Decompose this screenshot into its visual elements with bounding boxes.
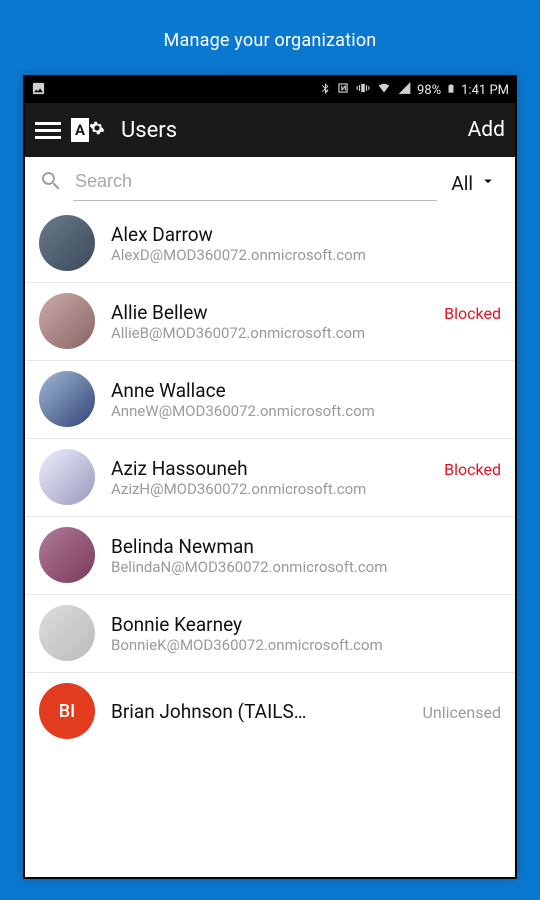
device-frame: 98% 1:41 PM A Users Add	[25, 77, 515, 877]
status-badge: Unlicensed	[423, 703, 501, 722]
gear-icon	[89, 120, 105, 140]
user-email: AllieB@MOD360072.onmicrosoft.com	[111, 324, 501, 342]
filter-label: All	[451, 172, 473, 195]
list-item[interactable]: Alex Darrow AlexD@MOD360072.onmicrosoft.…	[25, 205, 515, 283]
avatar: BI	[39, 683, 95, 739]
user-name: Bonnie Kearney	[111, 613, 242, 636]
list-item[interactable]: BI Brian Johnson (TAILS… Unlicensed	[25, 673, 515, 739]
avatar	[39, 293, 95, 349]
wifi-icon	[376, 81, 392, 99]
user-name: Anne Wallace	[111, 379, 226, 402]
avatar	[39, 605, 95, 661]
avatar	[39, 527, 95, 583]
user-name: Alex Darrow	[111, 223, 213, 246]
user-email: BonnieK@MOD360072.onmicrosoft.com	[111, 636, 501, 654]
user-name: Belinda Newman	[111, 535, 254, 558]
user-list: Alex Darrow AlexD@MOD360072.onmicrosoft.…	[25, 205, 515, 739]
picture-icon	[31, 81, 46, 100]
showcase-page: Manage your organization	[0, 0, 540, 900]
user-name: Allie Bellew	[111, 301, 208, 324]
clock: 1:41 PM	[461, 83, 509, 98]
list-item[interactable]: Belinda Newman BelindaN@MOD360072.onmicr…	[25, 517, 515, 595]
list-item[interactable]: Bonnie Kearney BonnieK@MOD360072.onmicro…	[25, 595, 515, 673]
app-logo: A	[71, 118, 105, 142]
user-email: AlexD@MOD360072.onmicrosoft.com	[111, 246, 501, 264]
app-title: Users	[121, 118, 177, 143]
user-email: AzizH@MOD360072.onmicrosoft.com	[111, 480, 501, 498]
avatar	[39, 449, 95, 505]
chevron-down-icon	[479, 172, 497, 195]
bluetooth-icon	[319, 81, 331, 99]
menu-icon[interactable]	[35, 122, 61, 139]
user-name: Brian Johnson (TAILS…	[111, 700, 306, 723]
vibrate-icon	[355, 81, 371, 99]
status-badge: Blocked	[444, 304, 501, 323]
user-name: Aziz Hassouneh	[111, 457, 248, 480]
add-button[interactable]: Add	[468, 118, 505, 142]
battery-icon	[446, 81, 456, 100]
nfc-icon	[336, 81, 350, 99]
app-bar: A Users Add	[25, 103, 515, 157]
search-row: All	[25, 157, 515, 205]
search-input[interactable]	[73, 165, 437, 201]
user-email: BelindaN@MOD360072.onmicrosoft.com	[111, 558, 501, 576]
list-item[interactable]: Aziz Hassouneh Blocked AzizH@MOD360072.o…	[25, 439, 515, 517]
user-email: AnneW@MOD360072.onmicrosoft.com	[111, 402, 501, 420]
list-item[interactable]: Anne Wallace AnneW@MOD360072.onmicrosoft…	[25, 361, 515, 439]
page-heading: Manage your organization	[164, 0, 377, 77]
search-icon[interactable]	[39, 169, 63, 197]
status-bar: 98% 1:41 PM	[25, 77, 515, 103]
avatar	[39, 215, 95, 271]
list-item[interactable]: Allie Bellew Blocked AllieB@MOD360072.on…	[25, 283, 515, 361]
avatar	[39, 371, 95, 427]
signal-icon	[397, 81, 412, 99]
filter-dropdown[interactable]: All	[447, 172, 501, 195]
battery-percent: 98%	[417, 83, 441, 98]
status-badge: Blocked	[444, 460, 501, 479]
